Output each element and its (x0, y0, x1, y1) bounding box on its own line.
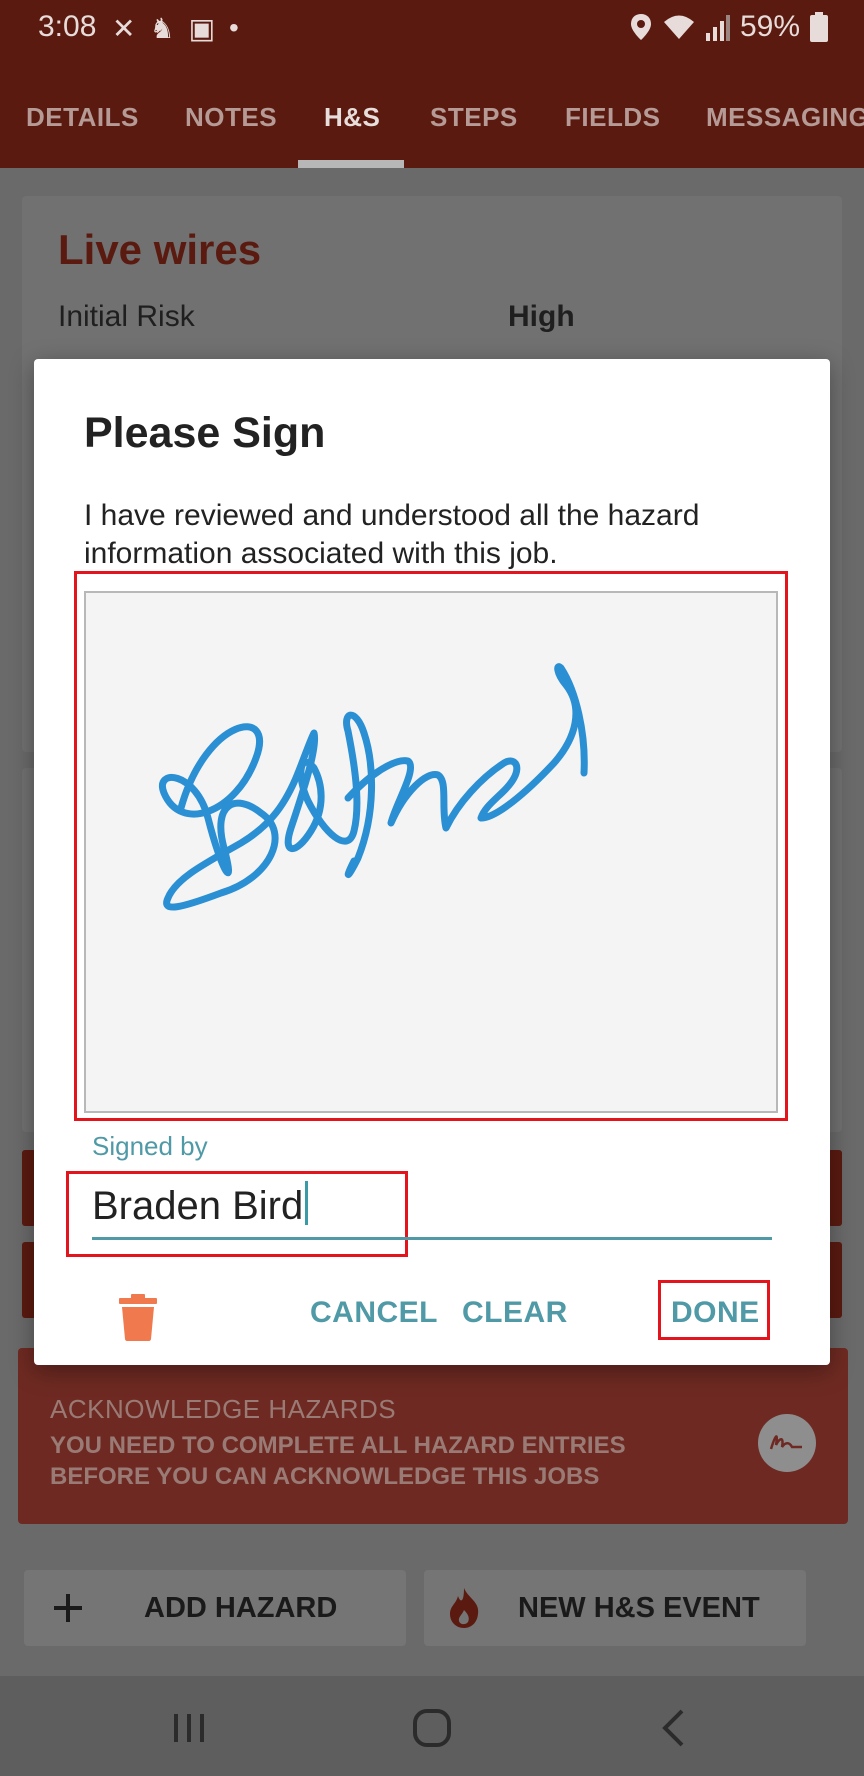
figure-icon: ♞ (149, 13, 175, 44)
battery-percent: 59% (739, 10, 800, 43)
close-notification-icon: ✕ (112, 13, 136, 44)
active-tab-indicator (298, 160, 404, 168)
signed-by-value: Braden Bird (92, 1184, 304, 1228)
acknowledge-title: ACKNOWLEDGE HAZARDS (50, 1394, 397, 1424)
add-hazard-label: ADD HAZARD (144, 1591, 338, 1624)
wifi-icon (663, 15, 694, 39)
hazard-title: Live wires (58, 226, 262, 273)
tab-details[interactable]: DETAILS (26, 102, 139, 133)
signature-drawing (159, 663, 588, 911)
new-hs-event-label: NEW H&S EVENT (518, 1591, 760, 1624)
tab-notes[interactable]: NOTES (185, 102, 277, 133)
done-button[interactable]: DONE (671, 1296, 760, 1330)
dialog-message: I have reviewed and understood all the h… (84, 499, 700, 570)
tab-bar: DETAILS NOTES H&S STEPS FIELDS MESSAGING (0, 60, 864, 168)
fire-icon (450, 1588, 479, 1628)
clear-button[interactable]: CLEAR (462, 1296, 568, 1330)
acknowledge-message: YOU NEED TO COMPLETE ALL HAZARD ENTRIES … (50, 1432, 626, 1490)
status-time: 3:08 (38, 10, 97, 43)
home-icon[interactable] (412, 1708, 452, 1748)
dialog-title: Please Sign (84, 409, 326, 457)
battery-icon (810, 12, 828, 42)
acknowledge-hazards-banner[interactable]: ACKNOWLEDGE HAZARDS YOU NEED TO COMPLETE… (18, 1348, 848, 1524)
trash-icon[interactable] (118, 1293, 158, 1341)
initial-risk-value: High (508, 300, 575, 333)
signed-by-input[interactable]: Braden Bird (92, 1181, 772, 1237)
app-notification-icon: ▣ (188, 13, 216, 44)
status-bar: 3:08 ✕ ♞ ▣ • 59% (0, 0, 864, 60)
dot-icon: • (229, 12, 239, 43)
signed-by-underline (92, 1237, 772, 1240)
back-icon[interactable] (660, 1708, 686, 1748)
sign-dialog: Please Sign I have reviewed and understo… (34, 359, 830, 1365)
navigation-bar (0, 1676, 864, 1776)
cancel-button[interactable]: CANCEL (310, 1296, 438, 1330)
add-hazard-button[interactable]: ADD HAZARD (24, 1570, 406, 1646)
recent-apps-icon[interactable] (172, 1712, 206, 1744)
tab-hs[interactable]: H&S (324, 102, 380, 133)
signature-icon[interactable] (758, 1414, 816, 1472)
status-right: 59% (630, 10, 828, 44)
new-hs-event-button[interactable]: NEW H&S EVENT (424, 1570, 806, 1646)
initial-risk-label: Initial Risk (58, 300, 195, 333)
notification-icons: ✕ ♞ ▣ • (112, 12, 239, 45)
signature-pad[interactable] (84, 591, 778, 1113)
text-caret (305, 1181, 309, 1225)
tab-fields[interactable]: FIELDS (565, 102, 660, 133)
plus-icon (54, 1594, 82, 1622)
tab-steps[interactable]: STEPS (430, 102, 518, 133)
location-icon (630, 14, 651, 40)
tab-messaging[interactable]: MESSAGING (706, 102, 864, 133)
signed-by-label: Signed by (92, 1131, 208, 1161)
signal-icon (705, 15, 730, 41)
